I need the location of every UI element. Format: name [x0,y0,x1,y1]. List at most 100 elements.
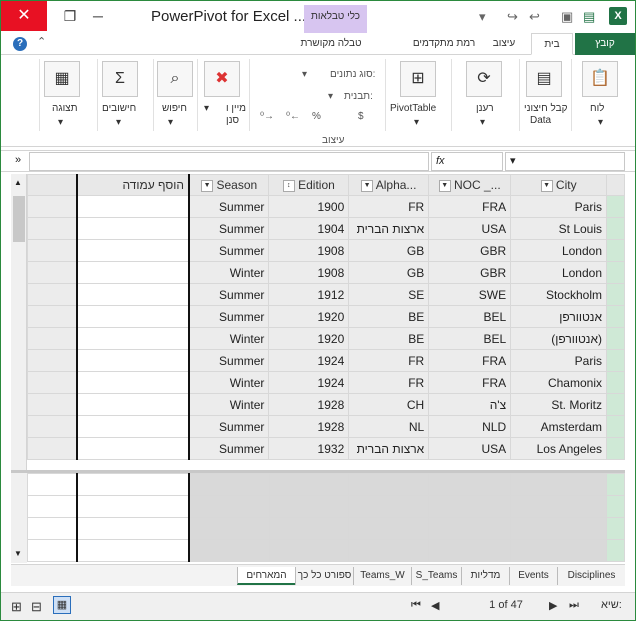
calc-cell[interactable] [428,473,512,496]
calc-cell[interactable] [268,473,350,496]
table-row[interactable]: Summer 1932 ארצות הברית USA Los Angeles [27,437,625,460]
season-cell[interactable]: Summer [188,217,270,240]
alpha-cell[interactable]: FR [348,349,430,372]
blank-cell[interactable] [27,283,78,306]
calc-cell[interactable] [27,517,78,540]
city-cell[interactable]: Amsterdam [510,415,607,438]
refresh-dropdown-icon[interactable]: ▾ [480,117,485,128]
scroll-up-icon[interactable]: ▲ [14,178,22,187]
alpha-cell[interactable]: BE [348,327,430,350]
calc-cell[interactable] [76,495,191,518]
noc-cell[interactable]: SWE [428,283,512,306]
add-column-cell[interactable] [76,349,190,372]
prev-record-icon[interactable]: ◀ [431,599,439,612]
get-external-data-button[interactable]: ▤ [526,61,562,97]
calc-cell[interactable] [605,473,626,496]
blank-cell[interactable] [27,305,78,328]
minimize-button[interactable]: ─ [87,7,109,25]
calc-cell[interactable] [76,539,191,562]
blank-cell[interactable] [27,393,78,416]
table-row[interactable]: Winter 1928 CH צ'ה St. Moritz [27,393,625,416]
city-cell[interactable]: Stockholm [510,283,607,306]
paste-dropdown-icon[interactable]: ▾ [598,117,603,128]
calc-cell[interactable] [188,517,270,540]
calc-cell[interactable] [188,539,270,562]
noc-cell[interactable]: GBR [428,261,512,284]
grid-view-icon-status[interactable]: ▦ [53,596,71,614]
last-record-icon[interactable]: ⏭ [569,599,579,612]
city-cell[interactable]: (אנטוורפן) [510,327,607,350]
edition-cell[interactable]: 1920 [268,305,350,328]
season-cell[interactable]: Winter [188,327,270,350]
view-dropdown-icon[interactable]: ▾ [58,117,63,128]
alpha-cell[interactable]: GB [348,239,430,262]
blank-cell[interactable] [27,349,78,372]
calc-cell[interactable] [188,495,270,518]
find-dropdown-icon[interactable]: ▾ [168,117,173,128]
season-cell[interactable]: Summer [188,239,270,262]
scroll-thumb[interactable] [13,196,25,242]
tab-linked-table[interactable]: טבלה מקושרת [291,33,371,55]
restore-button[interactable]: ❐ [59,7,81,25]
city-cell[interactable]: אנטוורפן [510,305,607,328]
season-header[interactable]: ▼ Season [188,174,270,196]
vertical-scrollbar[interactable]: ▲ [11,174,27,470]
edition-cell[interactable]: 1920 [268,327,350,350]
increase-decimal-icon[interactable]: ⁰→ [260,111,274,122]
row-selector[interactable] [606,305,625,328]
city-header[interactable]: ▼ City [510,174,607,196]
clear-filter-button[interactable]: ✖ [204,61,240,97]
season-cell[interactable]: Summer [188,415,270,438]
edition-sort-icon[interactable]: ↕ [282,179,295,192]
blank-cell[interactable] [27,327,78,350]
sheet-tab[interactable]: S_Teams [411,567,461,585]
alpha-cell[interactable]: GB [348,261,430,284]
alpha-filter-icon[interactable]: ▼ [361,179,374,192]
row-selector[interactable] [606,437,625,460]
autosum-button[interactable]: Σ [102,61,138,97]
table-row[interactable]: Summer 1904 ארצות הברית USA St Louis [27,217,625,240]
city-cell[interactable]: Paris [510,195,607,218]
city-cell[interactable]: Los Angeles [510,437,607,460]
calc-cell[interactable] [348,473,430,496]
noc-cell[interactable]: GBR [428,239,512,262]
city-cell[interactable]: London [510,261,607,284]
add-column-cell[interactable] [76,327,190,350]
add-column-cell[interactable] [76,305,190,328]
tab-design[interactable]: עיצוב [481,33,527,55]
add-column-cell[interactable] [76,217,190,240]
calc-cell[interactable] [76,473,191,496]
calc-cell[interactable] [428,517,512,540]
add-column-cell[interactable] [76,261,190,284]
formula-input[interactable] [29,152,429,171]
row-selector[interactable] [606,327,625,350]
add-column-cell[interactable] [76,415,190,438]
row-select-header[interactable] [606,174,625,196]
noc-cell[interactable]: BEL [428,327,512,350]
calc-cell[interactable] [510,495,607,518]
sheet-tab[interactable]: Teams_W [353,567,411,585]
name-box[interactable]: ▾ [505,152,625,171]
calc-cell[interactable] [428,495,512,518]
row-selector[interactable] [606,239,625,262]
table-row[interactable]: Summer 1908 GB GBR London [27,239,625,262]
excel-icon[interactable]: ▤ [583,9,595,25]
edition-cell[interactable]: 1908 [268,239,350,262]
edition-cell[interactable]: 1924 [268,349,350,372]
calc-cell[interactable] [348,495,430,518]
calc-cell[interactable] [605,517,626,540]
tab-home[interactable]: בית [531,33,573,55]
alpha-cell[interactable]: CH [348,393,430,416]
season-cell[interactable]: Winter [188,261,270,284]
season-cell[interactable]: Summer [188,349,270,372]
close-button[interactable]: ✕ [1,1,47,31]
table-row[interactable]: Summer 1924 FR FRA Paris [27,349,625,372]
noc-cell[interactable]: FRA [428,371,512,394]
save-icon[interactable]: ▣ [561,9,573,25]
qat-customize-icon[interactable]: ▾ [479,9,486,25]
calc-cell[interactable] [510,473,607,496]
calc-area-scrollbar[interactable]: ▼ [11,473,27,563]
edition-cell[interactable]: 1932 [268,437,350,460]
season-cell[interactable]: Summer [188,305,270,328]
noc-cell[interactable]: USA [428,217,512,240]
